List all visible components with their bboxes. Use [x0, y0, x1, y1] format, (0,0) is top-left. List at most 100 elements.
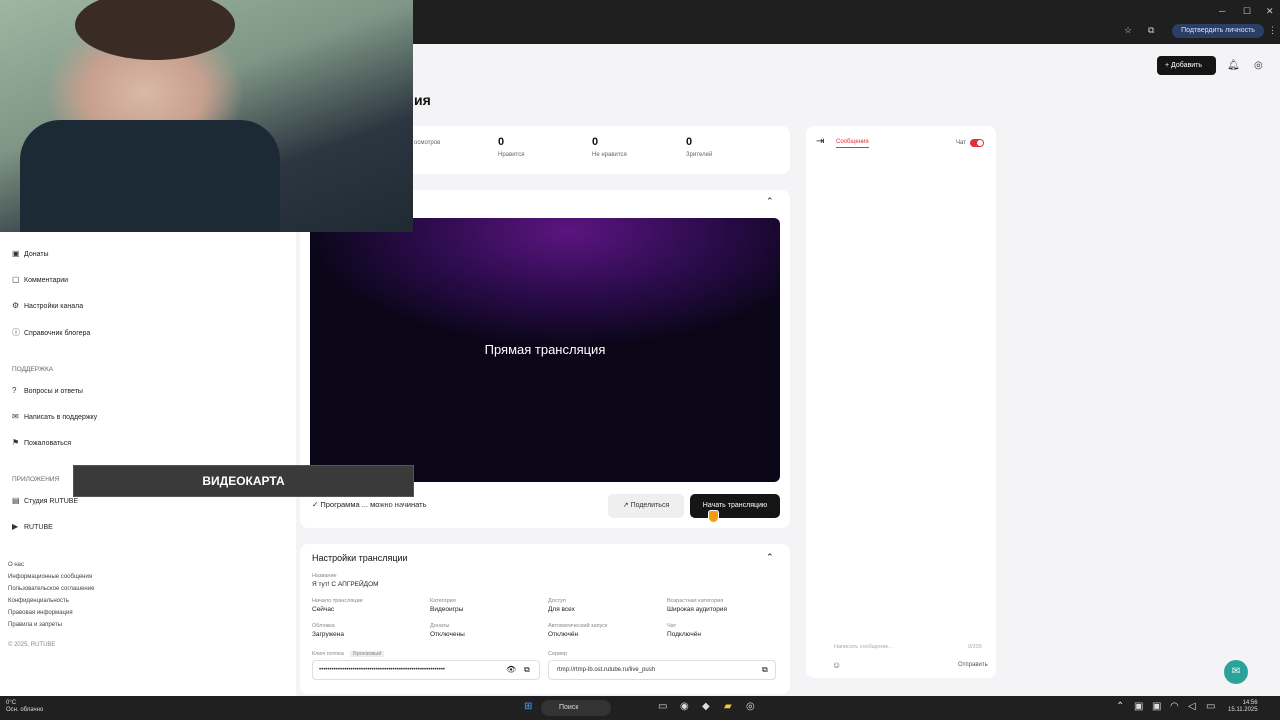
taskbar-search[interactable]: Поиск [541, 700, 611, 716]
video-player[interactable]: Прямая трансляция [310, 218, 780, 482]
stream-settings-card: Настройки трансляции ⌃ Название Я тут! С… [300, 544, 790, 694]
field-label: Обложка [312, 623, 335, 629]
sidebar-item-studio[interactable]: ▤ Студия RUTUBE [12, 496, 78, 505]
tray-app-icon[interactable]: ▣ [1134, 701, 1143, 712]
sidebar-item-label: Вопросы и ответы [24, 388, 83, 395]
stat-likes: 0 Нравится [498, 136, 524, 158]
tray-app-icon[interactable]: ▣ [1152, 701, 1161, 712]
page-title: ия [414, 92, 431, 108]
sidebar-item-faq[interactable]: ? Вопросы и ответы [12, 386, 83, 395]
flag-icon: ⚑ [12, 438, 20, 447]
wallet-icon: ▣ [12, 249, 20, 258]
footer-link[interactable]: Информационные сообщения [8, 574, 92, 580]
copy-icon[interactable]: ⧉ [524, 665, 530, 675]
field-label: Сервер [548, 651, 568, 657]
stream-key-value: ••••••••••••••••••••••••••••••••••••••••… [319, 667, 446, 673]
footer-link[interactable]: Конфиденциальность [8, 598, 69, 604]
tab-messages[interactable]: Сообщения [836, 139, 869, 148]
field-value: Подключён [667, 631, 701, 638]
footer-link[interactable]: Пользовательское соглашение [8, 586, 94, 592]
taskbar-clock[interactable]: 14:56 15.11.2025 [1228, 700, 1258, 714]
sidebar-item-label: Донаты [24, 251, 49, 258]
chat-input[interactable]: Написать сообщение... [834, 644, 893, 650]
collapse-chat-icon[interactable]: ⇥ [816, 136, 824, 147]
menu-icon[interactable]: ⋮ [1268, 25, 1277, 36]
start-stream-button[interactable]: Начать трансляцию [690, 494, 780, 518]
weather-widget[interactable]: 0°C Осн. облачно [6, 700, 43, 714]
sidebar-item-label: Справочник блогера [24, 330, 91, 337]
minimize-icon[interactable]: ─ [1219, 6, 1225, 16]
copyright: © 2025, RUTUBE [8, 642, 56, 648]
star-icon[interactable]: ☆ [1124, 25, 1132, 36]
sidebar-item-rutube[interactable]: ▶ RUTUBE [12, 522, 53, 531]
key-badge: Бронзовый [350, 651, 385, 657]
field-stream-key-label: Ключ потока Бронзовый [312, 648, 385, 657]
stat-label: осмотров [414, 140, 441, 146]
goal-progress: 0 / 10 000 RUB (0%) [172, 444, 293, 459]
field-label: Донаты [430, 623, 450, 629]
sidebar-item-donations[interactable]: ▣ Донаты [12, 249, 49, 258]
weather-temp: 0°C [6, 700, 17, 706]
battery-icon[interactable]: ▭ [1206, 701, 1215, 712]
mail-icon: ✉ [12, 412, 19, 421]
avatar[interactable]: ◎ [1254, 60, 1263, 71]
sidebar-item-comments[interactable]: ▢ Комментарии [12, 275, 68, 284]
sidebar-item-channel-settings[interactable]: ⚙ Настройки канала [12, 301, 83, 310]
share-icon: ↗ [622, 502, 631, 509]
stat-value: 0 [686, 136, 693, 148]
field-value: Я тут! С АПГРЕЙДОМ [312, 581, 379, 588]
add-button[interactable]: + Добавить [1157, 56, 1216, 75]
server-input[interactable]: rtmp://rtmp-lb.ost.rutube.ru/live_push [548, 660, 776, 680]
footer-link[interactable]: О нас [8, 562, 24, 568]
field-access: Доступ Для всех [548, 598, 575, 613]
verify-identity-button[interactable]: Подтвердить личность [1172, 24, 1264, 38]
field-label: Автоматический запуск [548, 623, 608, 629]
sidebar-item-label: RUTUBE [24, 524, 53, 531]
sidebar: ▣ Донаты ▢ Комментарии ⚙ Настройки канала ⓘ… [0, 232, 296, 696]
field-label: Категория [430, 598, 456, 604]
emoji-icon[interactable]: ☺ [832, 660, 841, 670]
sidebar-item-report[interactable]: ⚑ Пожаловаться [12, 438, 71, 447]
player-title: Прямая трансляция [484, 342, 606, 357]
sidebar-item-label: Комментарии [24, 277, 69, 284]
stat-label: Не нравится [592, 152, 627, 158]
close-icon[interactable]: ✕ [1266, 6, 1274, 17]
wifi-icon[interactable]: ◠ [1170, 701, 1179, 712]
weather-desc: Осн. облачно [6, 707, 44, 713]
chevron-up-icon[interactable]: ⌃ [766, 196, 774, 207]
task-view-icon[interactable]: ▭ [658, 701, 667, 712]
sidebar-apps-heading: ПРИЛОЖЕНИЯ [12, 476, 60, 483]
share-button[interactable]: ↗ Поделиться [608, 494, 684, 518]
chevron-up-icon[interactable]: ⌃ [766, 552, 774, 563]
footer-link[interactable]: Правовая информация [8, 610, 73, 616]
goal-bar: ВИДЕОКАРТА [73, 465, 414, 497]
eye-icon[interactable]: 👁︎ [506, 665, 516, 674]
folder-icon[interactable]: ▰ [724, 701, 732, 712]
tray-chevron-icon[interactable]: ⌃ [1116, 701, 1124, 712]
app-icon[interactable]: ◆ [702, 701, 710, 712]
volume-icon[interactable]: ◁ [1188, 701, 1196, 712]
chat-toggle[interactable] [970, 139, 984, 147]
copy-icon[interactable]: ⧉ [762, 665, 768, 675]
webcam-hair [75, 0, 235, 60]
stat-value: 0 [498, 136, 505, 148]
webcam-overlay [0, 0, 413, 232]
windows-start-icon[interactable]: ⊞ [524, 701, 532, 712]
help-chat-button[interactable]: ✉ [1224, 660, 1248, 684]
maximize-icon[interactable]: ☐ [1243, 6, 1251, 17]
obs-icon[interactable]: ◎ [746, 701, 755, 712]
info-icon: ⓘ [12, 328, 20, 337]
sidebar-item-support[interactable]: ✉ Написать в поддержку [12, 412, 97, 421]
field-server-label: Сервер [548, 648, 567, 657]
field-label: Ключ потока [312, 651, 344, 657]
goal-left-value: 0 [76, 500, 82, 511]
footer-link[interactable]: Правила и запреты [8, 622, 62, 628]
send-button[interactable]: Отправить [958, 662, 988, 668]
sidebar-item-label: Студия RUTUBE [24, 498, 79, 505]
extensions-icon[interactable]: ⧉ [1148, 25, 1154, 36]
field-value: Для всех [548, 606, 575, 613]
studio-icon: ▤ [12, 496, 20, 505]
sidebar-item-guide[interactable]: ⓘ Справочник блогера [12, 327, 90, 338]
bell-icon[interactable]: 🔔︎ [1227, 60, 1240, 71]
chrome-icon[interactable]: ◉ [680, 701, 689, 712]
